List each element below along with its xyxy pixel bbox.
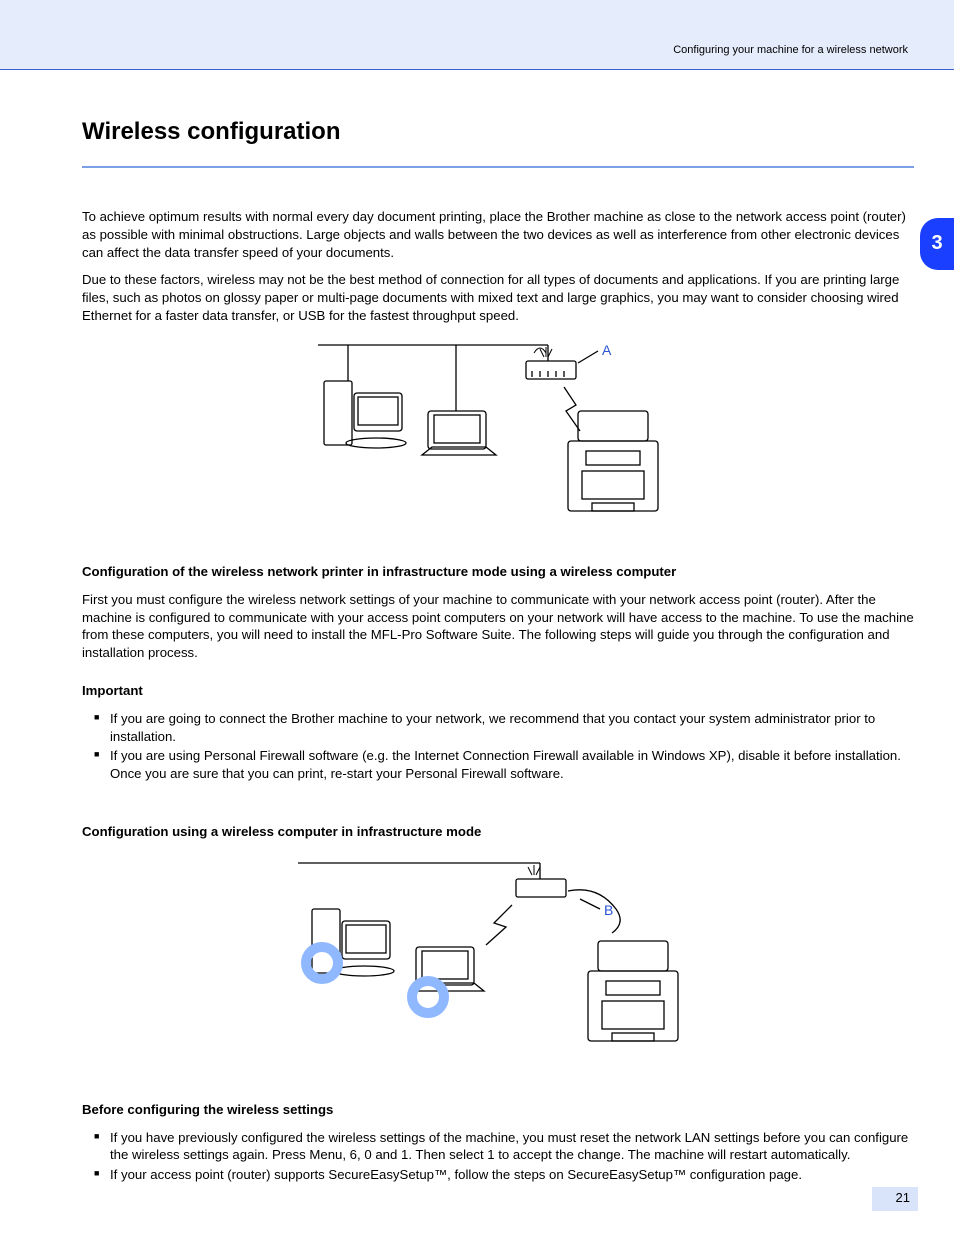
figure-label-a: A — [602, 342, 612, 358]
important-heading: Important — [82, 682, 914, 700]
title-rule — [82, 166, 914, 168]
figure-temporary-cable: B — [82, 851, 914, 1081]
page-number: 21 — [872, 1187, 918, 1211]
important-item-2: If you are using Personal Firewall softw… — [94, 747, 914, 783]
figure-infrastructure-wireless: A — [82, 333, 914, 543]
figure-label-b: B — [604, 902, 613, 918]
important-item-1: If you are going to connect the Brother … — [94, 710, 914, 746]
intro-para-2: Due to these factors, wireless may not b… — [82, 271, 914, 324]
chapter-tab-number: 3 — [920, 218, 954, 255]
before-item-2: If your access point (router) supports S… — [94, 1166, 914, 1184]
section1-intro: First you must configure the wireless ne… — [82, 591, 914, 662]
page-title: Wireless configuration — [82, 118, 914, 146]
section1-title: Configuration of the wireless network pr… — [82, 563, 914, 581]
running-head: Configuring your machine for a wireless … — [673, 44, 908, 56]
before-item-1: If you have previously configured the wi… — [94, 1129, 914, 1165]
section2-title: Configuration using a wireless computer … — [82, 823, 914, 841]
intro-para-1: To achieve optimum results with normal e… — [82, 208, 914, 261]
chapter-tab: 3 — [920, 218, 954, 270]
before-heading: Before configuring the wireless settings — [82, 1101, 914, 1119]
